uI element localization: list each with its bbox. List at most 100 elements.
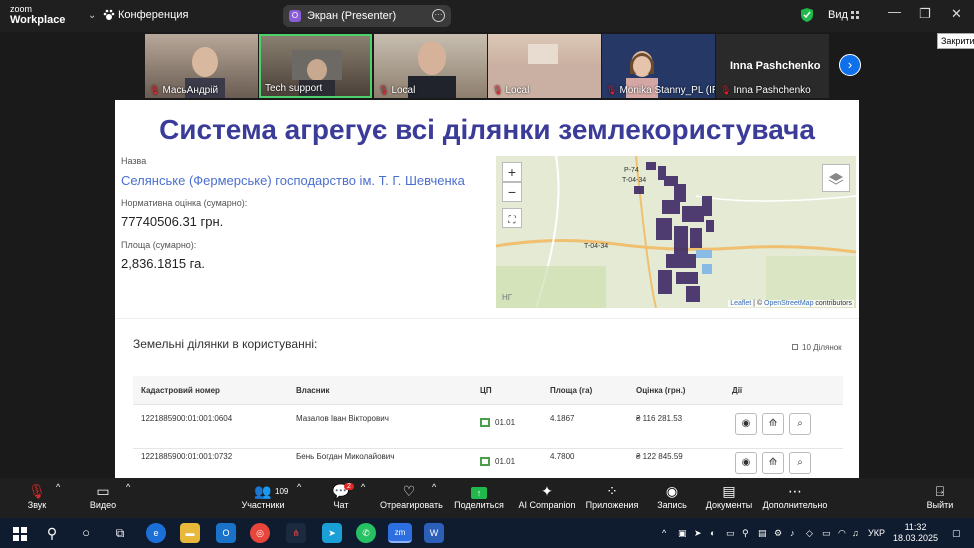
search-map-button[interactable]: ⌕: [789, 413, 811, 435]
cp-cell: 01.01: [480, 418, 515, 428]
audio-caret-icon[interactable]: ^: [56, 482, 60, 492]
close-icon[interactable]: ✕: [951, 6, 962, 22]
documents-button[interactable]: ▤ Документы: [702, 482, 756, 510]
tray-icon[interactable]: ♪: [790, 528, 795, 538]
volume-icon[interactable]: ♫: [852, 528, 859, 538]
column-header: Дії: [732, 386, 743, 395]
chat-caret-icon[interactable]: ^: [361, 482, 365, 492]
whatsapp-icon[interactable]: ✆: [356, 523, 376, 543]
mic-muted-icon: 🎙: [378, 85, 390, 95]
screen-share-indicator[interactable]: O Экран (Presenter) ···: [283, 5, 451, 27]
task-view-icon[interactable]: ⧉: [110, 523, 130, 543]
search-map-button[interactable]: ⌕: [789, 452, 811, 474]
cortana-icon[interactable]: ○: [76, 523, 96, 543]
edge-icon[interactable]: e: [146, 523, 166, 543]
mic-muted-icon: 🎙: [28, 483, 46, 499]
battery-icon[interactable]: ▭: [822, 528, 831, 539]
file-explorer-icon[interactable]: ▬: [180, 523, 200, 543]
mic-muted-icon: 🎙: [492, 85, 504, 95]
outlook-icon[interactable]: O: [216, 523, 236, 543]
zoom-in-button[interactable]: +: [502, 162, 522, 182]
paw-icon: [103, 9, 115, 20]
word-icon[interactable]: W: [424, 523, 444, 543]
view-grid-icon[interactable]: [851, 11, 859, 19]
owner-name-link[interactable]: Селянське (Фермерське) господарство ім. …: [121, 173, 465, 188]
participant-tile[interactable]: 🎙Monika Stanny_PL (IR...: [602, 34, 715, 98]
restore-icon[interactable]: ❐: [919, 6, 931, 22]
meeting-label[interactable]: Конференция: [118, 9, 188, 21]
video-caret-icon[interactable]: ^: [126, 482, 130, 492]
leave-button[interactable]: ⍈ Выйти: [924, 482, 956, 510]
tray-icon[interactable]: ▤: [758, 528, 767, 539]
more-button[interactable]: ⋯ Дополнительно: [760, 482, 830, 510]
participant-tile[interactable]: 🎙 Local: [374, 34, 487, 98]
presenter-icon: O: [289, 10, 301, 22]
windows-start-icon[interactable]: [10, 523, 30, 543]
taskbar-clock[interactable]: 11:32 18.03.2025: [893, 522, 938, 544]
audio-button[interactable]: 🎙 Звук: [22, 482, 52, 510]
participant-tile[interactable]: 🎙 МасьАндрій: [145, 34, 258, 98]
cadastral-number[interactable]: 1221885900:01:001:0604: [141, 414, 232, 423]
map-search-icon: ⌕: [797, 457, 803, 468]
minimize-icon[interactable]: —: [888, 4, 901, 19]
fullscreen-button[interactable]: ⛶: [502, 208, 522, 228]
area-cell: 4.1867: [550, 414, 575, 423]
column-header: Власник: [296, 386, 330, 395]
notifications-icon[interactable]: ▢: [952, 528, 961, 539]
table-row: 1221885900:01:001:0732 Бень Богдан Микол…: [133, 448, 843, 478]
column-header: Кадастровий номер: [141, 386, 220, 395]
osm-link[interactable]: OpenStreetMap: [764, 300, 813, 307]
ai-companion-button[interactable]: ✦ AI Companion: [518, 482, 576, 510]
map-road-label: P-74: [624, 167, 639, 174]
parcels-map[interactable]: P-74 T-04-34 T-04-34 НГ + − ⛶ Leaflet | …: [496, 156, 856, 308]
participant-tile[interactable]: Inna Pashchenko 🎙 Inna Pashchenko: [716, 34, 829, 98]
tray-icon[interactable]: ◇: [806, 528, 813, 539]
next-participants-button[interactable]: ›: [839, 54, 861, 76]
tray-icon[interactable]: ➤: [694, 528, 702, 539]
tray-icon[interactable]: ⚲: [742, 528, 749, 539]
more-options-icon[interactable]: ···: [432, 9, 445, 22]
participants-caret-icon[interactable]: ^: [297, 482, 301, 492]
git-icon[interactable]: ⋔: [286, 523, 306, 543]
record-button[interactable]: ◉ Запись: [654, 482, 690, 510]
telegram-icon[interactable]: ➤: [322, 523, 342, 543]
view-button[interactable]: ◉: [735, 452, 757, 474]
participant-title: Inna Pashchenko: [730, 60, 821, 72]
leaflet-link[interactable]: Leaflet: [730, 300, 751, 307]
participant-tile[interactable]: 🎙 Local: [488, 34, 601, 98]
participant-tile-active[interactable]: Tech support: [259, 34, 372, 98]
encryption-shield-icon[interactable]: [801, 8, 813, 22]
table-row: 1221885900:01:001:0604 Мазалов Іван Вікт…: [133, 404, 843, 448]
apps-icon: ⁘: [606, 483, 618, 499]
share-button[interactable]: ↑ Поделиться: [452, 482, 506, 510]
tray-icon[interactable]: ⚙: [774, 528, 782, 539]
language-indicator[interactable]: УКР: [868, 528, 885, 538]
zoom-out-button[interactable]: −: [502, 182, 522, 202]
chevron-down-icon[interactable]: ⌄: [88, 10, 96, 21]
view-button[interactable]: Вид: [828, 9, 848, 21]
search-icon[interactable]: ⚲: [42, 523, 62, 543]
document-icon: ▤: [722, 483, 736, 499]
cadastral-number[interactable]: 1221885900:01:001:0732: [141, 452, 232, 461]
assessment-value: 77740506.31 грн.: [121, 214, 224, 229]
tray-icon[interactable]: ▭: [726, 528, 735, 539]
react-button[interactable]: ♡ Отреагировать: [380, 482, 443, 510]
tray-icon[interactable]: ▣: [678, 528, 687, 539]
cp-cell: 01.01: [480, 457, 515, 467]
tray-overflow-icon[interactable]: ^: [662, 528, 666, 538]
sparkle-icon: ✦: [541, 483, 553, 499]
zoom-taskbar-icon[interactable]: zm: [388, 523, 412, 543]
chrome-icon[interactable]: ◎: [250, 523, 270, 543]
react-caret-icon[interactable]: ^: [432, 482, 436, 492]
apps-button[interactable]: ⁘ Приложения: [584, 482, 640, 510]
view-button[interactable]: ◉: [735, 413, 757, 435]
layers-button[interactable]: [822, 164, 850, 192]
tray-icon[interactable]: ◐: [710, 528, 715, 538]
heart-icon: ♡: [402, 483, 416, 499]
owner-cell: Бень Богдан Миколайович: [296, 452, 395, 461]
map-parcel-button[interactable]: ⟰: [762, 452, 784, 474]
mic-muted-icon: 🎙: [149, 85, 161, 95]
wifi-icon[interactable]: ◠: [838, 528, 846, 539]
map-parcel-button[interactable]: ⟰: [762, 413, 784, 435]
video-button[interactable]: ▭ Видео: [86, 482, 120, 510]
